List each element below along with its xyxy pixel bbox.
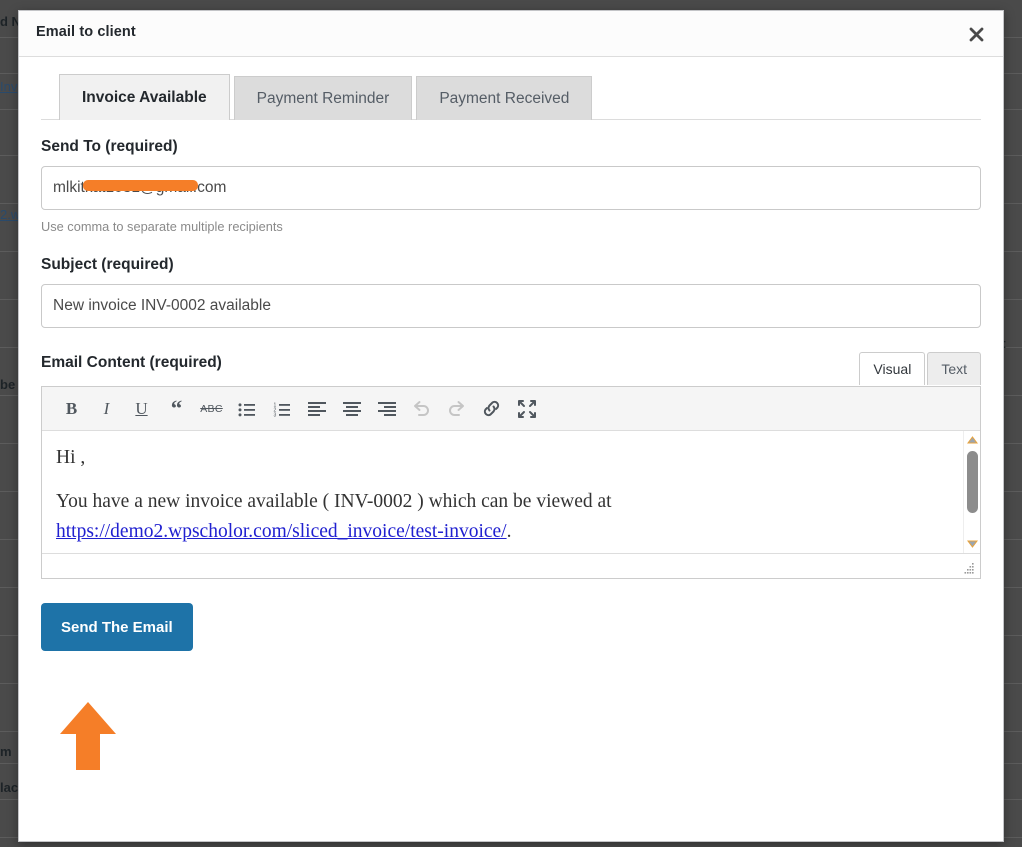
svg-text:3: 3 — [273, 412, 276, 418]
align-center-icon[interactable] — [334, 392, 369, 426]
send-to-input[interactable] — [41, 166, 981, 210]
subject-input[interactable] — [41, 284, 981, 328]
bold-icon[interactable]: B — [54, 392, 89, 426]
invoice-view-link[interactable]: https://demo2.wpscholor.com/sliced_invoi… — [56, 521, 507, 542]
background-text-fragment: m — [0, 744, 12, 759]
email-to-client-modal: Email to client Invoice Available Payment… — [18, 10, 1004, 842]
strikethrough-icon[interactable]: ABC — [194, 392, 229, 426]
numbered-list-icon[interactable]: 123 — [264, 392, 299, 426]
editor-greeting-paragraph: Hi , — [56, 447, 86, 468]
bullet-list-icon[interactable] — [229, 392, 264, 426]
editor-paragraph-prefix: You have a new invoice available ( INV-0… — [56, 491, 612, 513]
editor-tab-text[interactable]: Text — [927, 352, 981, 385]
email-template-tabs: Invoice Available Payment Reminder Payment… — [19, 57, 1003, 120]
send-to-field-wrapper — [41, 166, 981, 210]
email-content-label: Email Content (required) — [41, 354, 222, 371]
editor-body-wrapper: Hi , You have a new invoice available ( … — [42, 431, 980, 553]
modal-header: Email to client — [19, 11, 1003, 57]
editor-resize-grip-icon[interactable] — [962, 561, 975, 574]
italic-icon[interactable]: I — [89, 392, 124, 426]
undo-icon — [404, 392, 439, 426]
send-to-label: Send To (required) — [41, 138, 178, 155]
editor-body[interactable]: Hi , You have a new invoice available ( … — [42, 431, 963, 553]
tab-invoice-available[interactable]: Invoice Available — [59, 74, 230, 120]
redo-icon — [439, 392, 474, 426]
link-icon[interactable] — [474, 392, 509, 426]
align-right-icon[interactable] — [369, 392, 404, 426]
editor-paragraph-suffix: . — [506, 521, 512, 543]
fullscreen-icon[interactable] — [509, 392, 544, 426]
editor-tab-visual[interactable]: Visual — [859, 352, 926, 385]
editor-toolbar: B I U “ABC 1 2 3 — [42, 387, 980, 431]
scroll-up-arrow-icon[interactable] — [966, 434, 979, 447]
editor-statusbar — [42, 553, 980, 578]
scrollbar-thumb[interactable] — [967, 451, 978, 513]
align-left-icon[interactable] — [299, 392, 334, 426]
editor-header: Email Content (required) Visual Text — [41, 352, 981, 386]
underline-icon[interactable]: U — [124, 392, 159, 426]
send-to-helper-text: Use comma to separate multiple recipient… — [41, 219, 283, 234]
close-icon[interactable] — [959, 19, 993, 49]
editor-scrollbar[interactable] — [963, 431, 980, 553]
email-form: Send To (required) Use comma to separate… — [19, 120, 1003, 841]
tab-payment-reminder[interactable]: Payment Reminder — [233, 76, 413, 120]
email-content-editor: B I U “ABC 1 2 3 Hi , You have a new invoice a… — [41, 386, 981, 579]
send-the-email-button[interactable]: Send The Email — [41, 603, 193, 651]
tab-payment-received[interactable]: Payment Received — [416, 76, 593, 120]
blockquote-icon[interactable]: “ — [159, 392, 194, 426]
scroll-down-arrow-icon[interactable] — [966, 537, 979, 550]
editor-main-paragraph: You have a new invoice available ( INV-0… — [56, 487, 949, 547]
background-text-fragment: Inv — [0, 79, 18, 94]
subject-label: Subject (required) — [41, 256, 174, 273]
background-text-fragment: be — [0, 377, 16, 392]
background-text-fragment: lac — [0, 780, 19, 795]
modal-title: Email to client — [36, 24, 136, 40]
